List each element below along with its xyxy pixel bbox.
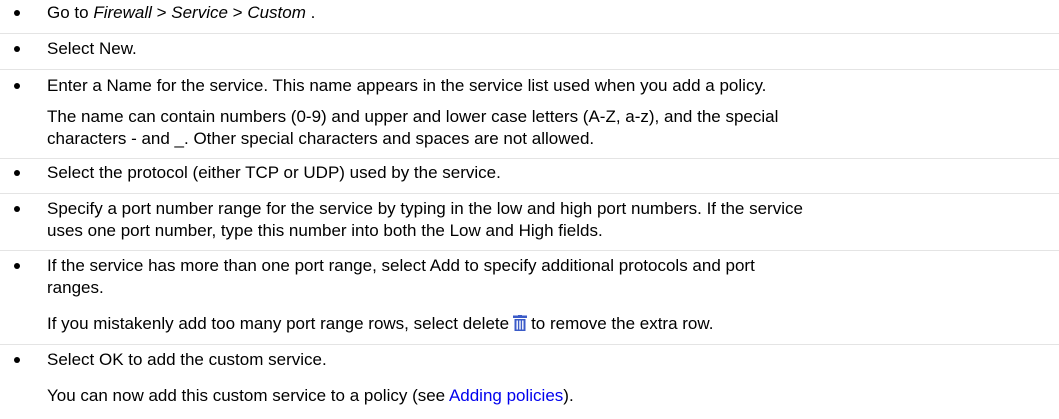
step-6-line-2: ranges. (47, 278, 104, 297)
step-1-text: Go to Firewall > Service > Custom . (47, 3, 315, 23)
row-divider (0, 33, 1059, 34)
bullet-marker (13, 82, 21, 90)
row-divider (0, 69, 1059, 70)
bullet-marker (13, 9, 21, 17)
step-7-line-2: You can now add this custom service to a… (47, 386, 574, 406)
step-5-line-1: Specify a port number range for the serv… (47, 199, 803, 218)
row-divider (0, 193, 1059, 194)
step-6-line-3: If you mistakenly add too many port rang… (47, 314, 713, 336)
step-7-line-1: Select OK to add the custom service. (47, 350, 327, 369)
step-1-suffix: . (305, 3, 316, 22)
bullet-marker (13, 45, 21, 53)
instruction-list: Go to Firewall > Service > Custom . Sele… (0, 0, 1059, 419)
step-1-prefix: Go to (47, 3, 94, 22)
row-divider (0, 250, 1059, 251)
path-separator: > (151, 3, 172, 22)
menu-path-service: Service (171, 3, 228, 22)
step-6-line-3-before: If you mistakenly add too many port rang… (47, 314, 510, 333)
step-7-line-2-after: ). (563, 386, 574, 405)
bullet-marker (13, 205, 21, 213)
step-6-line-1: If the service has more than one port ra… (47, 256, 755, 275)
row-divider (0, 158, 1059, 159)
row-divider (0, 344, 1059, 345)
bullet-marker (13, 262, 21, 270)
trash-icon[interactable] (513, 314, 528, 336)
path-separator: > (227, 3, 248, 22)
step-2-text: Select New. (47, 39, 137, 58)
step-5-line-2: uses one port number, type this number i… (47, 221, 603, 240)
step-3-line-1: Enter a Name for the service. This name … (47, 76, 767, 95)
bullet-marker (13, 356, 21, 364)
step-6-line-3-after: to remove the extra row. (531, 314, 714, 333)
bullet-marker (13, 169, 21, 177)
step-3-line-3: characters - and _. Other special charac… (47, 129, 595, 148)
step-7-line-2-before: You can now add this custom service to a… (47, 386, 449, 405)
step-4-text: Select the protocol (either TCP or UDP) … (47, 163, 501, 182)
menu-path-custom: Custom (247, 3, 306, 22)
menu-path-firewall: Firewall (93, 3, 152, 22)
step-3-line-2: The name can contain numbers (0-9) and u… (47, 107, 779, 126)
adding-policies-link[interactable]: Adding policies (449, 386, 563, 405)
